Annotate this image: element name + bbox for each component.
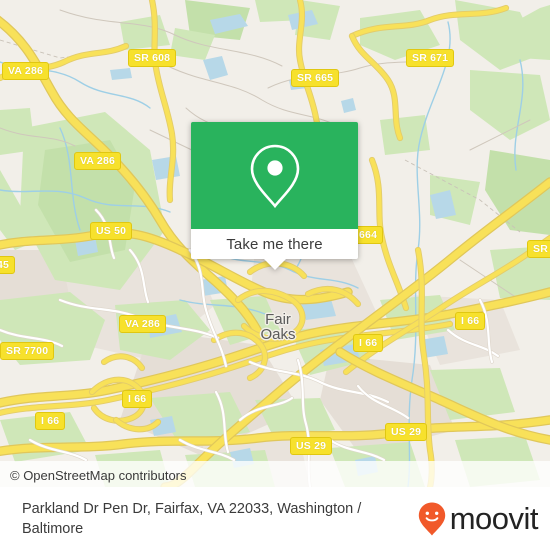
road-shield: US 29 <box>290 437 333 455</box>
popup-tail <box>263 259 286 270</box>
place-label-fair-oaks: Fair Oaks <box>260 311 296 343</box>
osm-attribution[interactable]: © OpenStreetMap contributors <box>10 468 187 483</box>
moovit-logo[interactable]: moovit <box>417 501 550 537</box>
moovit-wordmark: moovit <box>449 501 539 536</box>
take-me-there-label: Take me there <box>226 235 323 253</box>
road-shield: I 66 <box>122 390 153 408</box>
road-shield: I 66 <box>455 312 486 330</box>
popup-action-bar[interactable]: Take me there <box>191 229 358 259</box>
address-text: Parkland Dr Pen Dr, Fairfax, VA 22033, W… <box>22 500 362 537</box>
popup-image-area <box>191 122 358 229</box>
location-popup-card[interactable]: Take me there <box>191 122 358 270</box>
footer-bar: Parkland Dr Pen Dr, Fairfax, VA 22033, W… <box>0 487 550 550</box>
road-shield: VA 286 <box>74 152 122 170</box>
road-shield: SR 665 <box>291 69 340 87</box>
road-shield: SR 671 <box>406 49 455 67</box>
map-pin-icon <box>250 144 299 208</box>
road-shield: 45 <box>0 256 16 274</box>
road-shield: I 66 <box>353 334 384 352</box>
map-screenshot: .park{fill:#cfe7b8} .parkdk{fill:#c3e0aa… <box>0 0 550 550</box>
map-viewport[interactable]: .park{fill:#cfe7b8} .parkdk{fill:#c3e0aa… <box>0 0 550 487</box>
road-shield: SR <box>527 240 550 258</box>
road-shield: SR 608 <box>128 49 177 67</box>
road-shield: SR 7700 <box>0 342 55 360</box>
road-shield: I 66 <box>35 412 66 430</box>
moovit-pin-icon <box>418 502 445 535</box>
road-shield: VA 286 <box>119 315 167 333</box>
road-shield: VA 286 <box>2 62 50 80</box>
road-shield: US 29 <box>385 423 428 441</box>
road-shield: US 50 <box>90 222 133 240</box>
attribution-strip: © OpenStreetMap contributors <box>0 461 550 487</box>
